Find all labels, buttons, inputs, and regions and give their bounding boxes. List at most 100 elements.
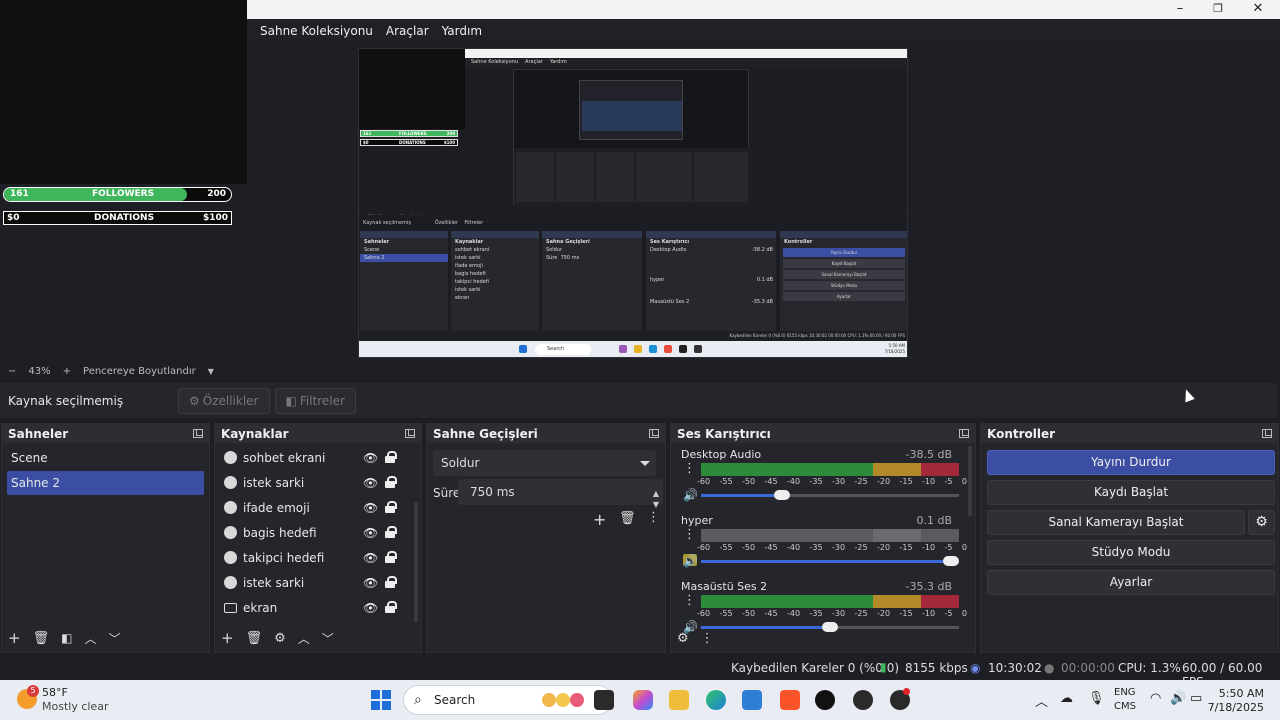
- language-indicator[interactable]: ENG: [1114, 687, 1136, 698]
- duration-input[interactable]: 750 ms ▲ ▼: [458, 479, 663, 509]
- lock-icon[interactable]: [385, 501, 397, 513]
- volume-slider-knob[interactable]: [774, 490, 790, 500]
- undock-icon[interactable]: [193, 429, 203, 438]
- remove-transition-icon[interactable]: 🗑: [619, 511, 636, 526]
- file-explorer-icon[interactable]: [669, 690, 689, 710]
- audio-settings-icon[interactable]: ⚙: [677, 631, 689, 646]
- speaker-warning-icon[interactable]: 🔊: [683, 554, 698, 568]
- eye-icon[interactable]: 👁: [363, 451, 378, 465]
- overlay-black-area: [0, 0, 247, 184]
- zoom-out-button[interactable]: −: [8, 366, 16, 377]
- move-up-icon[interactable]: ︿: [84, 630, 96, 647]
- lock-icon[interactable]: [385, 551, 397, 563]
- task-view-icon[interactable]: [594, 690, 614, 710]
- lock-icon[interactable]: [385, 451, 397, 463]
- maximize-button[interactable]: ❐: [1199, 0, 1237, 19]
- eye-icon[interactable]: 👁: [363, 551, 378, 565]
- properties-button[interactable]: ⚙ Özellikler: [178, 387, 270, 414]
- menu-help[interactable]: Yardım: [442, 24, 482, 38]
- windows-start-icon[interactable]: [371, 690, 391, 710]
- move-down-icon[interactable]: ﹀: [322, 630, 334, 647]
- language-indicator-2[interactable]: CMS: [1114, 701, 1136, 712]
- meter-tick: -50: [742, 543, 756, 552]
- taskbar-search[interactable]: ⌕ Search: [403, 685, 613, 715]
- recording-dot: [903, 688, 910, 695]
- undock-icon[interactable]: [1262, 429, 1272, 438]
- cloud-icon[interactable]: ☁: [1060, 691, 1073, 706]
- undock-icon[interactable]: [649, 429, 659, 438]
- channel-menu-icon[interactable]: ⋮: [683, 528, 696, 541]
- speaker-icon[interactable]: 🔊: [683, 488, 698, 502]
- filters-button[interactable]: ◧ Filtreler: [274, 387, 356, 414]
- stop-stream-button[interactable]: Yayını Durdur: [987, 450, 1275, 475]
- close-button[interactable]: ✕: [1239, 0, 1277, 19]
- source-item[interactable]: ekran 👁: [215, 595, 421, 620]
- transition-menu-icon[interactable]: ⋮: [647, 510, 660, 525]
- zoom-dropdown-icon[interactable]: ▼: [208, 367, 214, 376]
- volume-slider[interactable]: [701, 490, 959, 500]
- move-down-icon[interactable]: ﹀: [108, 630, 120, 647]
- mixer-menu-icon[interactable]: ⋮: [701, 631, 714, 646]
- copilot-icon[interactable]: [633, 690, 653, 710]
- lock-icon[interactable]: [385, 601, 397, 613]
- volume-slider[interactable]: [701, 556, 959, 566]
- preview-canvas[interactable]: 161 FOLLOWERS 200 $0 DONATIONS $100 Sahn…: [358, 48, 908, 358]
- source-properties-icon[interactable]: ⚙: [274, 631, 286, 646]
- volume-slider-knob[interactable]: [943, 556, 959, 566]
- source-item[interactable]: ifade emoji 👁: [215, 495, 421, 520]
- wifi-icon[interactable]: ◠: [1150, 691, 1161, 706]
- source-item[interactable]: takipci hedefi 👁: [215, 545, 421, 570]
- remove-source-icon[interactable]: 🗑: [246, 631, 263, 646]
- eye-icon[interactable]: 👁: [363, 476, 378, 490]
- menu-scene-collection[interactable]: Sahne Koleksiyonu: [260, 24, 373, 38]
- lock-icon[interactable]: [385, 576, 397, 588]
- sources-scrollbar[interactable]: [414, 502, 418, 622]
- meter-tick: -10: [922, 543, 936, 552]
- microphone-icon[interactable]: 🎙: [1088, 691, 1105, 706]
- source-item[interactable]: sohbet ekrani 👁: [215, 445, 421, 470]
- lock-icon[interactable]: [385, 526, 397, 538]
- battery-icon[interactable]: ▭: [1190, 691, 1202, 706]
- tiktok-icon[interactable]: [815, 690, 835, 710]
- eye-icon[interactable]: 👁: [363, 576, 378, 590]
- source-item[interactable]: bagis hedefi 👁: [215, 520, 421, 545]
- remove-scene-icon[interactable]: 🗑: [33, 631, 50, 646]
- scene-item-sahne-2[interactable]: Sahne 2: [7, 471, 204, 495]
- add-scene-icon[interactable]: +: [8, 629, 21, 647]
- scene-filters-icon[interactable]: ◧: [61, 631, 72, 645]
- zoom-bar: − 43% + Pencereye Boyutlandır ▼: [0, 363, 1280, 380]
- store-icon[interactable]: [742, 690, 762, 710]
- mixer-scrollbar[interactable]: [968, 446, 972, 516]
- start-virtual-camera-button[interactable]: Sanal Kamerayı Başlat: [987, 510, 1245, 535]
- channel-menu-icon[interactable]: ⋮: [683, 594, 696, 607]
- zoom-in-button[interactable]: +: [63, 366, 71, 377]
- app-icon[interactable]: [853, 690, 873, 710]
- eye-icon[interactable]: 👁: [363, 526, 378, 540]
- undock-icon[interactable]: [405, 429, 415, 438]
- scene-item-scene[interactable]: Scene: [7, 446, 204, 470]
- move-up-icon[interactable]: ︿: [298, 630, 310, 647]
- eye-icon[interactable]: 👁: [363, 501, 378, 515]
- eye-icon[interactable]: 👁: [363, 601, 378, 615]
- studio-mode-button[interactable]: Stüdyo Modu: [987, 540, 1275, 565]
- channel-menu-icon[interactable]: ⋮: [683, 462, 696, 475]
- add-source-icon[interactable]: +: [221, 629, 234, 647]
- source-item[interactable]: istek sarki 👁: [215, 470, 421, 495]
- start-recording-button[interactable]: Kaydı Başlat: [987, 480, 1275, 505]
- lock-icon[interactable]: [385, 476, 397, 488]
- clock-time[interactable]: 5:50 AM: [1219, 687, 1264, 700]
- undock-icon[interactable]: [959, 429, 969, 438]
- source-item[interactable]: istek sarki 👁: [215, 570, 421, 595]
- add-transition-icon[interactable]: +: [593, 510, 606, 529]
- volume-icon[interactable]: 🔊: [1170, 691, 1186, 706]
- settings-button[interactable]: Ayarlar: [987, 570, 1275, 595]
- transition-select[interactable]: Soldur: [433, 450, 656, 476]
- tray-chevron-icon[interactable]: ︿: [1035, 691, 1048, 710]
- edge-icon[interactable]: [706, 690, 726, 710]
- brave-icon[interactable]: [780, 690, 800, 710]
- virtual-camera-settings-icon[interactable]: ⚙: [1248, 510, 1275, 535]
- meter-tick: -20: [877, 609, 891, 618]
- minimize-button[interactable]: –: [1161, 0, 1199, 19]
- menu-tools[interactable]: Araçlar: [386, 24, 429, 38]
- clock-date[interactable]: 7/18/2025: [1208, 701, 1264, 714]
